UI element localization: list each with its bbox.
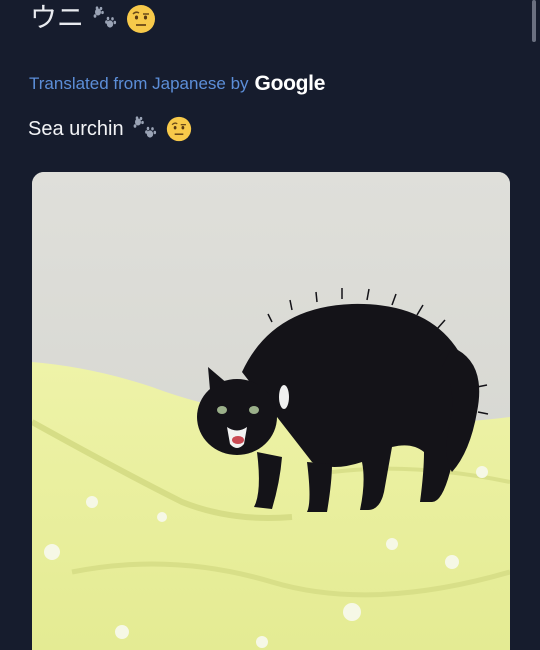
- translated-text-content: Sea urchin: [28, 117, 124, 140]
- scrollbar[interactable]: [532, 0, 536, 42]
- post-text: ウニ: [30, 2, 156, 36]
- post-text-content: ウニ: [30, 3, 84, 34]
- cat-photo: [32, 172, 510, 650]
- translated-text: Sea urchin: [28, 116, 192, 142]
- translation-label[interactable]: Translated from Japanese by: [29, 74, 249, 94]
- google-logo: Google: [254, 72, 326, 95]
- paw-prints-icon: [92, 6, 118, 32]
- translation-attribution[interactable]: Translated from Japanese by Google: [29, 72, 325, 96]
- face-with-raised-eyebrow-icon: [126, 4, 156, 34]
- media-photo[interactable]: [32, 172, 510, 650]
- paw-prints-icon: [132, 116, 158, 142]
- face-with-raised-eyebrow-icon: [166, 116, 192, 142]
